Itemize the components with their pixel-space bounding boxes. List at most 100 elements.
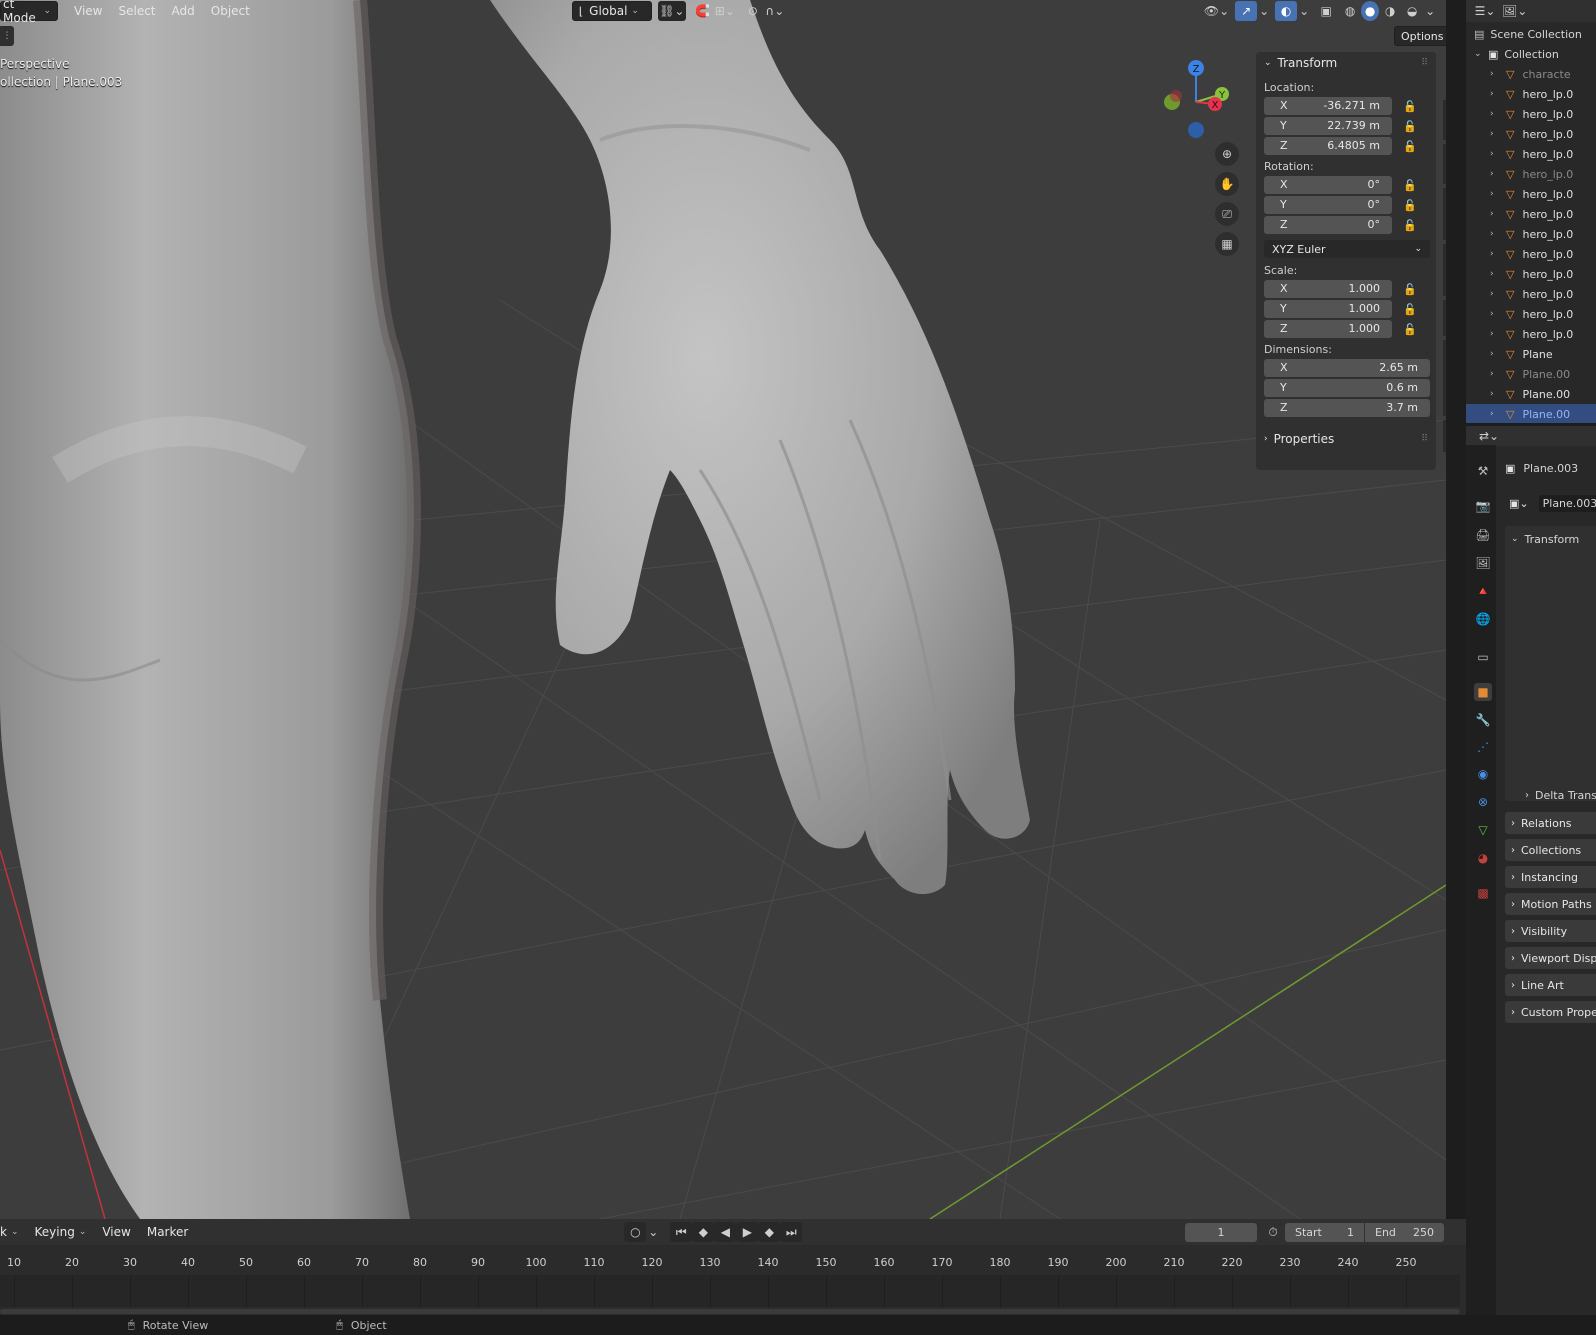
chevron-right-icon[interactable]: ›	[1490, 129, 1498, 139]
lock-icon[interactable]: 🔓	[1400, 280, 1420, 298]
outliner-item[interactable]: › ▽ hero_lp.0	[1466, 224, 1596, 244]
outliner-item[interactable]: › ▽ hero_lp.0	[1466, 284, 1596, 304]
data-icon[interactable]: ▽	[1474, 821, 1492, 839]
tool-icon[interactable]: ⚒	[1474, 462, 1492, 480]
object-icon[interactable]: ■	[1474, 683, 1492, 701]
properties-section-line-art[interactable]: › Line Art	[1505, 974, 1596, 996]
rotation-z-field[interactable]: Z 0°	[1264, 215, 1392, 234]
chevron-right-icon[interactable]: ›	[1490, 269, 1498, 279]
location-z-field[interactable]: Z 6.4805 m	[1264, 136, 1392, 155]
auto-keying-icon[interactable]: ○	[624, 1222, 647, 1242]
zoom-icon[interactable]: ⊕	[1215, 142, 1239, 166]
material-shading-icon[interactable]: ◑	[1379, 1, 1401, 21]
outliner-item[interactable]: › ▽ hero_lp.0	[1466, 244, 1596, 264]
object-datablock-field[interactable]: ▣⌄ Plane.003	[1505, 493, 1596, 513]
sidebar-tab-mesh-online[interactable]: Mesh Online	[1443, 340, 1446, 416]
chevron-right-icon[interactable]: ›	[1490, 389, 1498, 399]
frame-ruler[interactable]	[0, 1249, 1466, 1275]
menu-select[interactable]: Select	[112, 1, 161, 21]
constraints-icon[interactable]: ⊗	[1474, 793, 1492, 811]
outliner-item[interactable]: › ▽ hero_lp.0	[1466, 304, 1596, 324]
dimensions-z-field[interactable]: Z 3.7 m	[1264, 398, 1430, 417]
chevron-right-icon[interactable]: ›	[1490, 209, 1498, 219]
jump-end-icon[interactable]: ⏭	[780, 1222, 803, 1242]
properties-section-motion-paths[interactable]: › Motion Paths	[1505, 893, 1596, 915]
properties-section-collections[interactable]: › Collections	[1505, 839, 1596, 861]
lock-icon[interactable]: 🔓	[1400, 216, 1420, 234]
chevron-right-icon[interactable]: ›	[1490, 109, 1498, 119]
preview-range-icon[interactable]: ⏱	[1262, 1222, 1284, 1242]
collection-icon[interactable]: ▭	[1474, 648, 1492, 666]
toolbar-toggle-icon[interactable]: ⋮	[0, 26, 14, 46]
timeline-editor-menu[interactable]: k ⌄	[0, 1222, 25, 1242]
delta-transform-header[interactable]: › Delta Trans	[1525, 786, 1596, 804]
solid-shading-icon[interactable]: ●	[1361, 1, 1380, 21]
rotation-y-field[interactable]: Y 0°	[1264, 195, 1392, 214]
editor-type-icon[interactable]: ☰⌄	[1474, 1, 1496, 21]
outliner-item[interactable]: › ▽ hero_lp.0	[1466, 144, 1596, 164]
camera-view-icon[interactable]: ⎚	[1215, 202, 1239, 226]
sidebar-tab-arp[interactable]: ARP	[1443, 420, 1446, 452]
scene-icon[interactable]: 🔺	[1474, 582, 1492, 600]
material-icon[interactable]: ◕	[1474, 849, 1492, 867]
texture-icon[interactable]: ▩	[1474, 884, 1492, 902]
properties-section-viewport-disp[interactable]: › Viewport Disp	[1505, 947, 1596, 969]
play-reverse-icon[interactable]: ◀	[714, 1222, 737, 1242]
location-y-field[interactable]: Y 22.739 m	[1264, 116, 1392, 135]
chevron-right-icon[interactable]: ›	[1490, 89, 1498, 99]
snap-target-icon[interactable]: ⊞⌄	[714, 1, 736, 21]
lock-icon[interactable]: 🔓	[1400, 137, 1420, 155]
falloff-icon[interactable]: ∩⌄	[764, 1, 786, 21]
dimensions-x-field[interactable]: X 2.65 m	[1264, 358, 1430, 377]
pan-hand-icon[interactable]: ✋	[1215, 172, 1239, 196]
menu-object[interactable]: Object	[205, 1, 256, 21]
properties-section-instancing[interactable]: › Instancing	[1505, 866, 1596, 888]
mode-dropdown[interactable]: ct Mode ⌄	[0, 0, 58, 25]
lock-icon[interactable]: 🔓	[1400, 176, 1420, 194]
proportional-edit-icon[interactable]: ⊙	[742, 1, 764, 21]
editor-type-icon[interactable]: ⇄⌄	[1478, 426, 1500, 446]
sidebar-tab-create[interactable]: Create	[1443, 188, 1446, 240]
chevron-right-icon[interactable]: ›	[1490, 169, 1498, 179]
particles-icon[interactable]: ⋰	[1474, 738, 1492, 756]
start-frame-field[interactable]: Start 1	[1285, 1223, 1364, 1242]
marker-menu[interactable]: Marker	[141, 1222, 194, 1242]
drag-handle-icon[interactable]: ⠿	[1421, 434, 1428, 444]
chevron-right-icon[interactable]: ›	[1490, 189, 1498, 199]
chevron-right-icon[interactable]: ›	[1490, 69, 1498, 79]
3d-viewport[interactable]: ct Mode ⌄ View Select Add Object ⌊ Global…	[0, 0, 1446, 1219]
outliner-item[interactable]: › ▽ hero_lp.0	[1466, 324, 1596, 344]
lock-icon[interactable]: 🔓	[1400, 97, 1420, 115]
drag-handle-icon[interactable]: ⠿	[1421, 58, 1428, 68]
chevron-right-icon[interactable]: ›	[1490, 229, 1498, 239]
lock-icon[interactable]: 🔓	[1400, 320, 1420, 338]
sidebar-tab-item[interactable]: Item	[1443, 56, 1446, 96]
next-keyframe-icon[interactable]: ◆	[758, 1222, 781, 1242]
chevron-right-icon[interactable]: ›	[1490, 329, 1498, 339]
outliner-item[interactable]: › ▽ hero_lp.0	[1466, 124, 1596, 144]
view-layer-icon[interactable]: 🖼	[1474, 554, 1492, 572]
lock-icon[interactable]: 🔓	[1400, 117, 1420, 135]
overlay-toggle-icon[interactable]: ◐	[1275, 1, 1298, 21]
dimensions-y-field[interactable]: Y 0.6 m	[1264, 378, 1430, 397]
outliner-item[interactable]: › ▽ Plane.00	[1466, 404, 1596, 423]
end-frame-field[interactable]: End 250	[1365, 1223, 1444, 1242]
scene-collection-row[interactable]: ▤ Scene Collection	[1466, 24, 1596, 44]
wireframe-shading-icon[interactable]: ◍	[1339, 1, 1361, 21]
chevron-down-icon[interactable]: ⌄	[1257, 1, 1271, 21]
pivot-point-icon[interactable]: ⛓⌄	[657, 1, 686, 21]
play-icon[interactable]: ▶	[736, 1222, 759, 1242]
chevron-right-icon[interactable]: ›	[1490, 289, 1498, 299]
sidebar-tab-zen-uv[interactable]: Zen UV	[1443, 244, 1446, 296]
outliner-item[interactable]: › ▽ hero_lp.0	[1466, 204, 1596, 224]
chevron-right-icon[interactable]: ›	[1490, 249, 1498, 259]
menu-add[interactable]: Add	[166, 1, 201, 21]
scale-z-field[interactable]: Z 1.000	[1264, 319, 1392, 338]
chevron-right-icon[interactable]: ›	[1490, 409, 1498, 419]
outliner-item[interactable]: › ▽ Plane.00	[1466, 364, 1596, 384]
scale-x-field[interactable]: X 1.000	[1264, 279, 1392, 298]
outliner-item[interactable]: › ▽ hero_lp.0	[1466, 164, 1596, 184]
chevron-right-icon[interactable]: ›	[1490, 149, 1498, 159]
gizmo-toggle-icon[interactable]: ↗	[1235, 1, 1258, 21]
outliner-item[interactable]: › ▽ hero_lp.0	[1466, 264, 1596, 284]
